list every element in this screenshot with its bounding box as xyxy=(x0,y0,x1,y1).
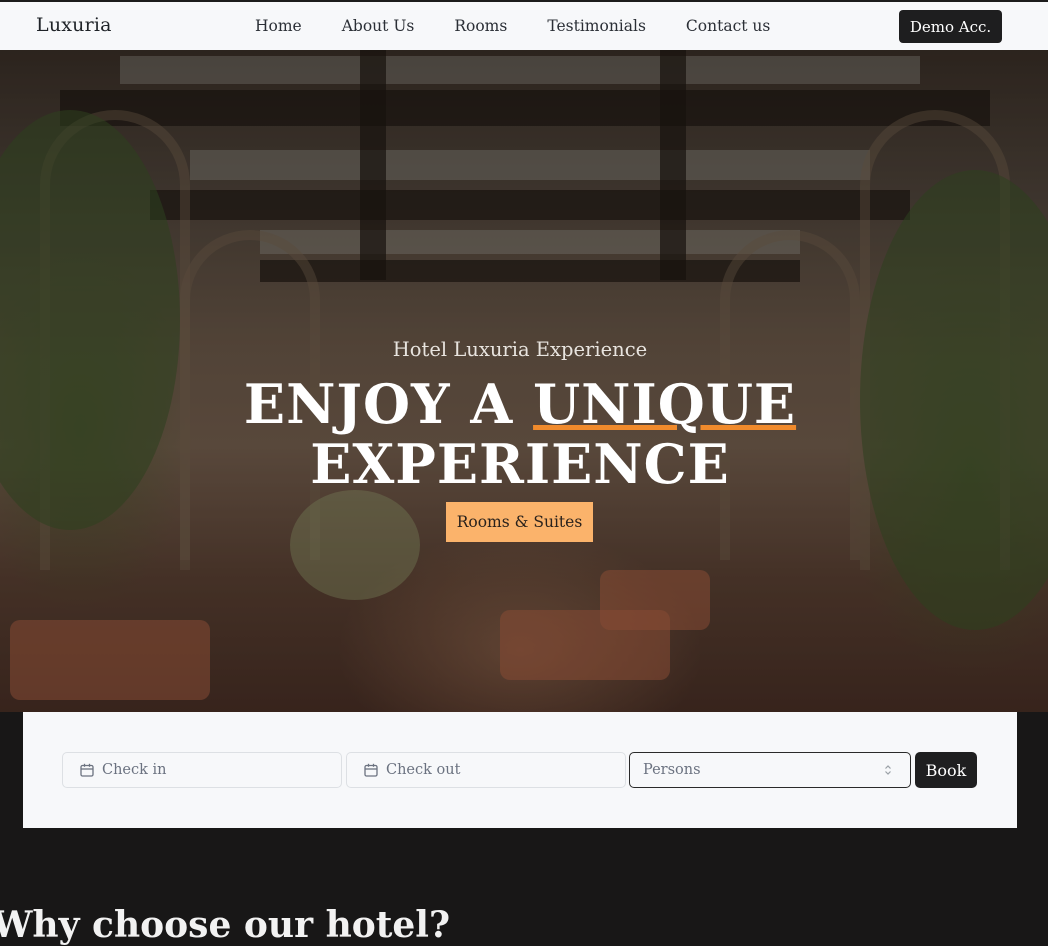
persons-placeholder: Persons xyxy=(643,762,701,778)
check-in-placeholder: Check in xyxy=(102,762,167,778)
hero-title-line-2: EXPERIENCE xyxy=(310,432,730,496)
nav-link-testimonials[interactable]: Testimonials xyxy=(547,17,646,35)
hero-title-highlight: UNIQUE xyxy=(533,372,797,436)
hero-title-line-1: ENJOY A UNIQUE xyxy=(0,374,1040,434)
check-out-field[interactable]: Check out xyxy=(346,752,626,788)
navbar: Luxuria Home About Us Rooms Testimonials… xyxy=(0,2,1048,50)
persons-select[interactable]: Persons xyxy=(629,752,911,788)
nav-link-home[interactable]: Home xyxy=(255,17,302,35)
nav-link-about-us[interactable]: About Us xyxy=(342,17,415,35)
rooms-suites-button[interactable]: Rooms & Suites xyxy=(446,502,593,542)
section-title: Why choose our hotel? xyxy=(0,904,451,946)
hero-title: ENJOY A UNIQUE EXPERIENCE xyxy=(0,374,1040,494)
hero-section: Hotel Luxuria Experience ENJOY A UNIQUE … xyxy=(0,50,1048,712)
check-out-placeholder: Check out xyxy=(386,762,461,778)
brand-logo[interactable]: Luxuria xyxy=(36,14,112,36)
nav-link-contact-us[interactable]: Contact us xyxy=(686,17,770,35)
calendar-icon xyxy=(364,763,378,777)
calendar-icon xyxy=(80,763,94,777)
check-in-field[interactable]: Check in xyxy=(62,752,342,788)
demo-account-button[interactable]: Demo Acc. xyxy=(899,10,1002,43)
book-button[interactable]: Book xyxy=(915,752,977,788)
chevron-up-down-icon xyxy=(885,765,891,775)
hero-title-part-1: ENJOY A xyxy=(243,372,534,436)
nav-link-rooms[interactable]: Rooms xyxy=(454,17,507,35)
nav-links: Home About Us Rooms Testimonials Contact… xyxy=(255,17,770,35)
hero-subtitle: Hotel Luxuria Experience xyxy=(392,338,648,361)
booking-form: Check in Check out Persons Book xyxy=(23,712,1017,828)
